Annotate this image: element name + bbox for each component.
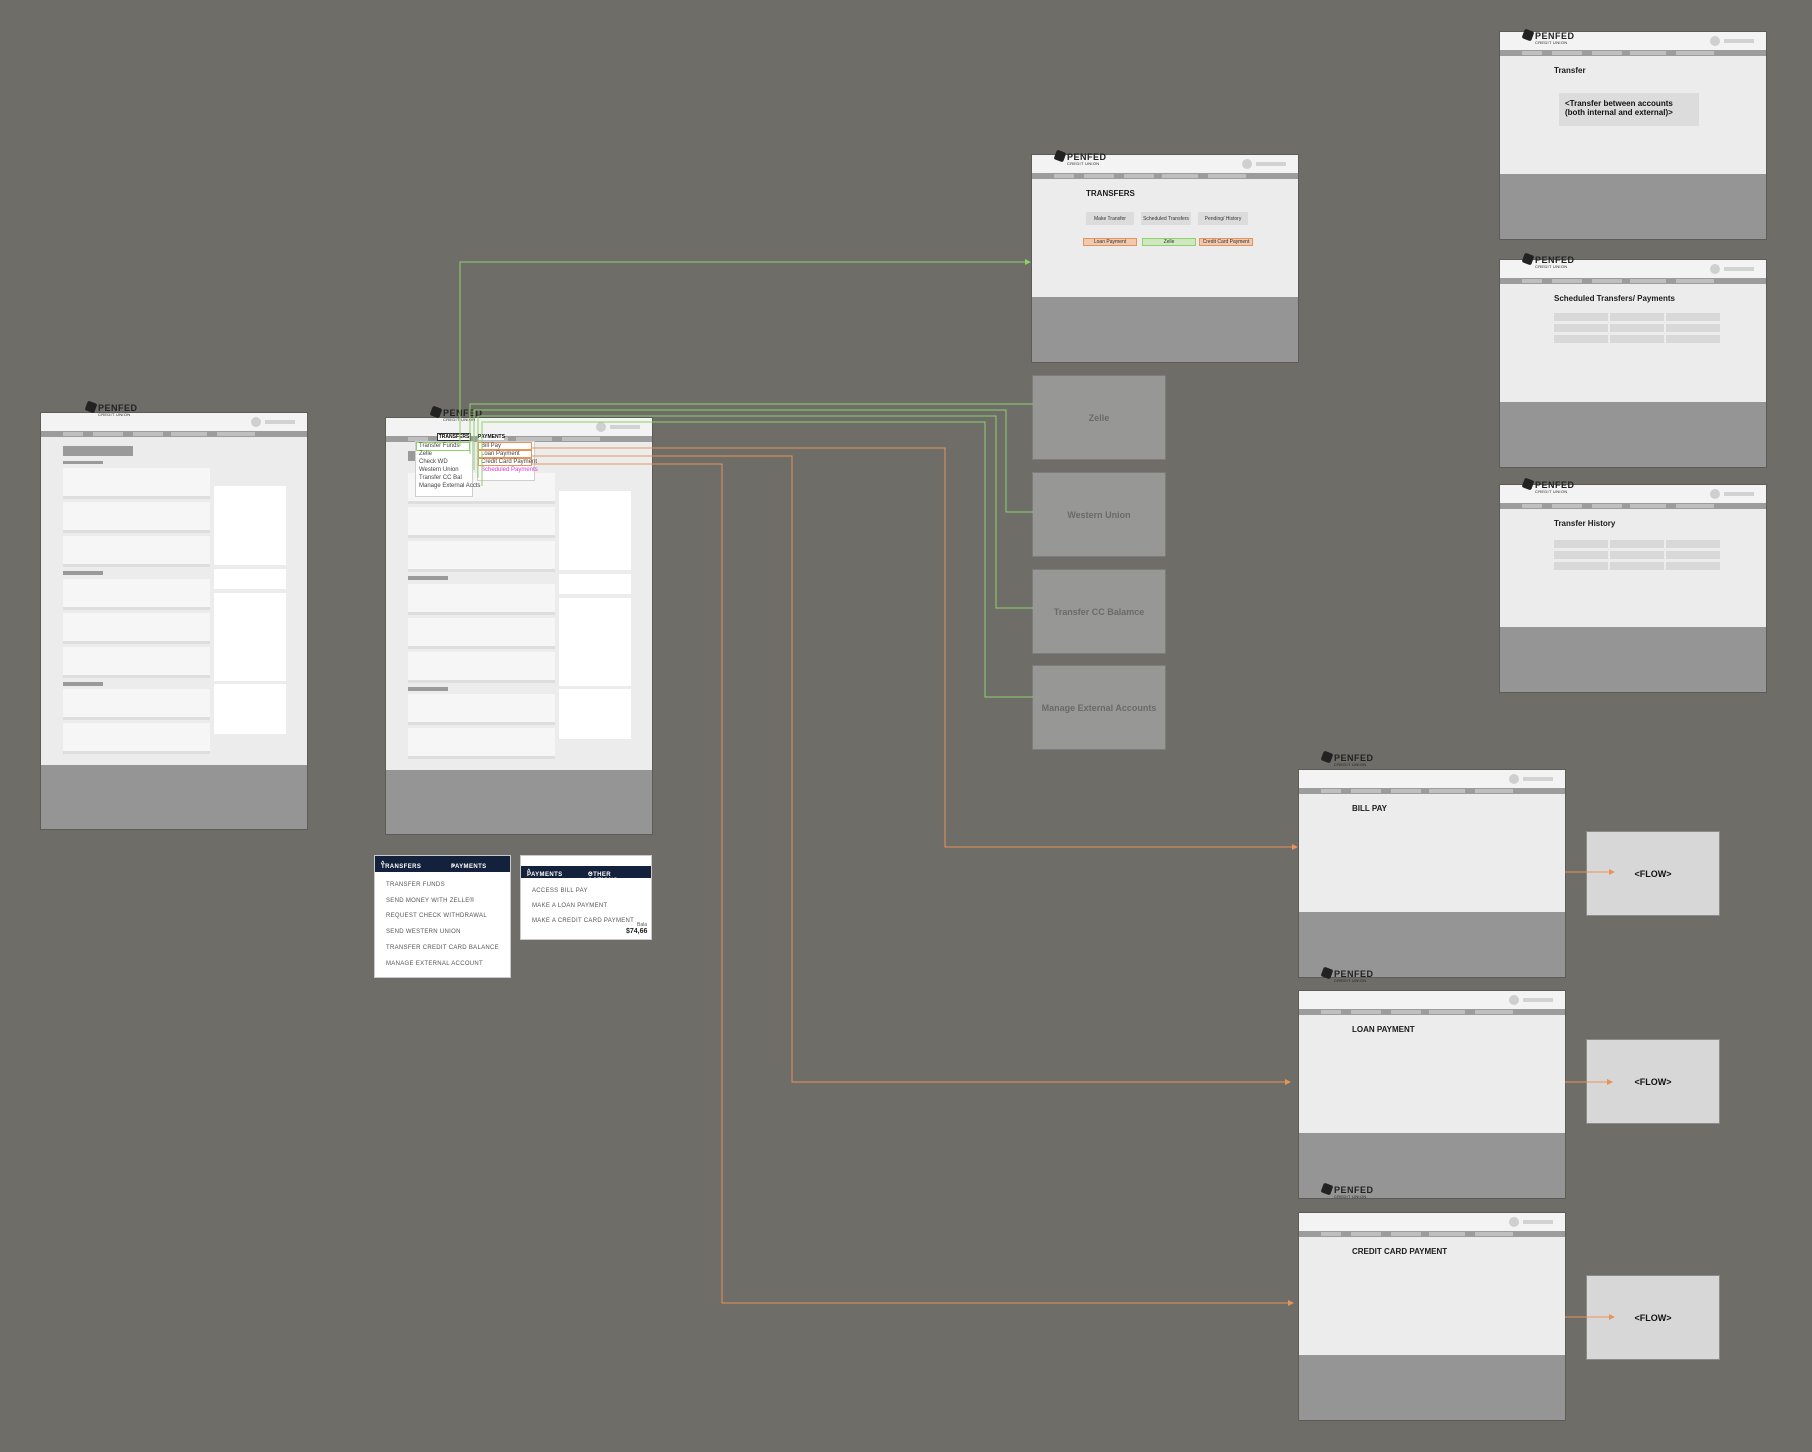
connector-loan-payment (532, 455, 1291, 1085)
connector-transfer-cc (477, 415, 1033, 609)
connector-credit-card (532, 463, 1294, 1306)
connector-western-union (473, 409, 1033, 513)
flow-connectors (459, 259, 1615, 1320)
connector-transfer-funds (459, 259, 1031, 446)
connector-zelle (469, 403, 1033, 454)
connector-bill-pay (532, 447, 1298, 850)
connector-manage-external (481, 421, 1033, 698)
